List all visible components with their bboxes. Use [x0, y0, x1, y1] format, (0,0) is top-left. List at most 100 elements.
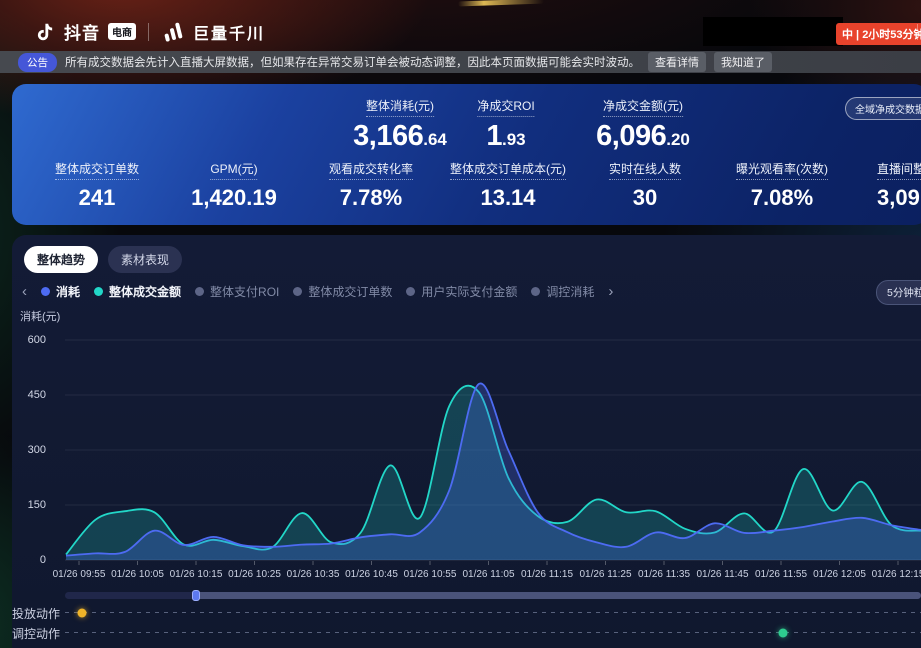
ecommerce-badge: 电商: [108, 23, 136, 40]
metric-value: 3,166.64: [353, 121, 447, 151]
x-tick-label: 01/26 10:45: [345, 569, 398, 580]
data-scope-selector[interactable]: 全域净成交数据: [845, 97, 921, 120]
douyin-wordmark: 抖音: [64, 19, 100, 44]
metric-label: 净成交金额(元): [603, 97, 683, 117]
metric-label: 整体成交订单数: [55, 160, 139, 180]
legend-item-pay-roi[interactable]: 整体支付ROI: [195, 283, 279, 300]
metric-value: 3,09: [877, 185, 921, 211]
legend-label: 整体支付ROI: [210, 283, 279, 300]
chart-legend: ‹ 消耗 整体成交金额 整体支付ROI 整体成交订单数 用户实际支付金额 调控消耗 ›: [22, 283, 613, 300]
gold-glare-artifact: [458, 0, 544, 6]
action-marker-dot[interactable]: [78, 608, 87, 617]
metric-value: 7.78%: [329, 185, 413, 211]
metric-label: 观看成交转化率: [329, 160, 413, 180]
metric-label: 净成交ROI: [477, 97, 534, 117]
acknowledge-button[interactable]: 我知道了: [714, 52, 772, 72]
metric-value: 241: [55, 185, 139, 211]
notice-bar: 公告 所有成交数据会先计入直播大屏数据，但如果存在异常交易订单会被动态调整，因此…: [0, 51, 921, 73]
legend-dot-icon: [41, 287, 50, 296]
legend-item-deal-amount[interactable]: 整体成交金额: [94, 283, 181, 300]
legend-dot-icon: [293, 287, 302, 296]
qianchuan-bars-icon: [161, 20, 185, 44]
x-tick-label: 01/26 11:55: [755, 569, 807, 580]
redaction-box: [703, 17, 843, 46]
view-details-button[interactable]: 查看详情: [648, 52, 706, 72]
legend-label: 用户实际支付金额: [421, 283, 517, 300]
header-divider: [917, 24, 918, 40]
x-tick-label: 01/26 12:05: [813, 569, 866, 580]
trend-chart[interactable]: 0150300450600: [0, 305, 921, 569]
qianchuan-live-dashboard: 抖音 电商 巨量千川 中 | 2小时53分钟 公告 所有成交数据会先计入直播大屏…: [0, 0, 921, 648]
metric-value: 1,420.19: [191, 185, 277, 211]
y-tick-label: 450: [14, 389, 46, 401]
metric-online-users: 实时在线人数 30: [609, 160, 681, 211]
chart-scrollbar[interactable]: [65, 592, 921, 599]
x-tick-label: 01/26 12:15: [872, 569, 921, 580]
legend-item-cost[interactable]: 消耗: [41, 283, 80, 300]
metric-int: 6,096: [596, 120, 666, 152]
legend-prev-icon[interactable]: ‹: [22, 284, 27, 299]
brand-divider: [148, 23, 149, 41]
x-tick-label: 01/26 11:05: [462, 569, 514, 580]
metric-label: 整体成交订单成本(元): [450, 160, 566, 180]
action-row-label: 调控动作: [12, 625, 60, 642]
x-tick-label: 01/26 10:35: [287, 569, 340, 580]
qianchuan-wordmark: 巨量千川: [193, 20, 265, 44]
metric-label: 整体消耗(元): [366, 97, 434, 117]
metrics-panel: 全域净成交数据 整体消耗(元)3,166.64净成交ROI1.93净成交金额(元…: [12, 84, 921, 225]
metric-net-gmv: 净成交金额(元) 6,096.20: [596, 97, 690, 151]
legend-dot-icon: [195, 287, 204, 296]
metric-dec: .93: [502, 130, 526, 149]
row-adjust-actions: [65, 632, 921, 633]
x-axis-labels: 01/26 09:55 01/26 10:05 01/26 10:15 01/26 1…: [0, 569, 921, 583]
scrollbar-selected-range[interactable]: [196, 592, 921, 599]
legend-dot-icon: [531, 287, 540, 296]
metric-int: 3,166: [353, 120, 423, 152]
metric-label: 实时在线人数: [609, 160, 681, 180]
action-marker-dot[interactable]: [779, 628, 788, 637]
metric-order-cost: 整体成交订单成本(元)13.14: [450, 160, 566, 211]
brand-area: 抖音 电商 巨量千川: [34, 19, 265, 44]
legend-item-user-paid-amount[interactable]: 用户实际支付金额: [406, 283, 517, 300]
row-delivery-actions: [65, 612, 921, 613]
x-tick-label: 01/26 11:45: [696, 569, 748, 580]
legend-next-icon[interactable]: ›: [608, 284, 613, 299]
x-tick-label: 01/26 09:55: [53, 569, 106, 580]
metric-value: 30: [609, 185, 681, 211]
legend-label: 调控消耗: [546, 283, 594, 300]
metric-exposure-view-rate: 曝光观看率(次数) 7.08%: [736, 160, 828, 211]
granularity-select[interactable]: 5分钟粒度: [876, 280, 921, 305]
x-tick-label: 01/26 10:55: [404, 569, 457, 580]
notice-text: 所有成交数据会先计入直播大屏数据，但如果存在异常交易订单会被动态调整，因此本页面…: [65, 54, 640, 70]
y-tick-label: 0: [14, 554, 46, 566]
douyin-note-icon: [34, 20, 56, 44]
metric-view-conversion: 观看成交转化率 7.78%: [329, 160, 413, 211]
metric-dec: .64: [423, 130, 447, 149]
x-tick-label: 01/26 11:25: [579, 569, 631, 580]
x-tick-label: 01/26 10:05: [111, 569, 164, 580]
metric-room-total: 直播间整体 3,09: [877, 160, 921, 211]
top-header: 抖音 电商 巨量千川 中 | 2小时53分钟: [0, 0, 921, 50]
chart-canvas[interactable]: [0, 305, 921, 569]
tab-material-performance[interactable]: 素材表现: [108, 246, 182, 273]
data-scope-label: 全域净成交数据: [855, 101, 921, 116]
x-tick-label: 01/26 11:35: [638, 569, 690, 580]
legend-label: 整体成交订单数: [308, 283, 392, 300]
metric-label: 直播间整体: [877, 160, 921, 180]
notice-badge: 公告: [18, 53, 57, 72]
legend-item-deal-orders[interactable]: 整体成交订单数: [293, 283, 392, 300]
legend-label: 整体成交金额: [109, 283, 181, 300]
legend-label: 消耗: [56, 283, 80, 300]
trend-tabs: 整体趋势素材表现: [24, 246, 182, 273]
x-tick-label: 01/26 10:25: [228, 569, 281, 580]
legend-dot-icon: [94, 287, 103, 296]
tab-overall-trend[interactable]: 整体趋势: [24, 246, 98, 273]
x-tick-label: 01/26 10:15: [170, 569, 223, 580]
y-tick-label: 150: [14, 499, 46, 511]
metric-label: 曝光观看率(次数): [736, 160, 828, 180]
legend-item-adjust-cost[interactable]: 调控消耗: [531, 283, 594, 300]
metric-value: 7.08%: [736, 185, 828, 211]
metric-value: 6,096.20: [596, 121, 690, 151]
scrollbar-handle[interactable]: [192, 590, 200, 601]
x-tick-label: 01/26 11:15: [521, 569, 573, 580]
